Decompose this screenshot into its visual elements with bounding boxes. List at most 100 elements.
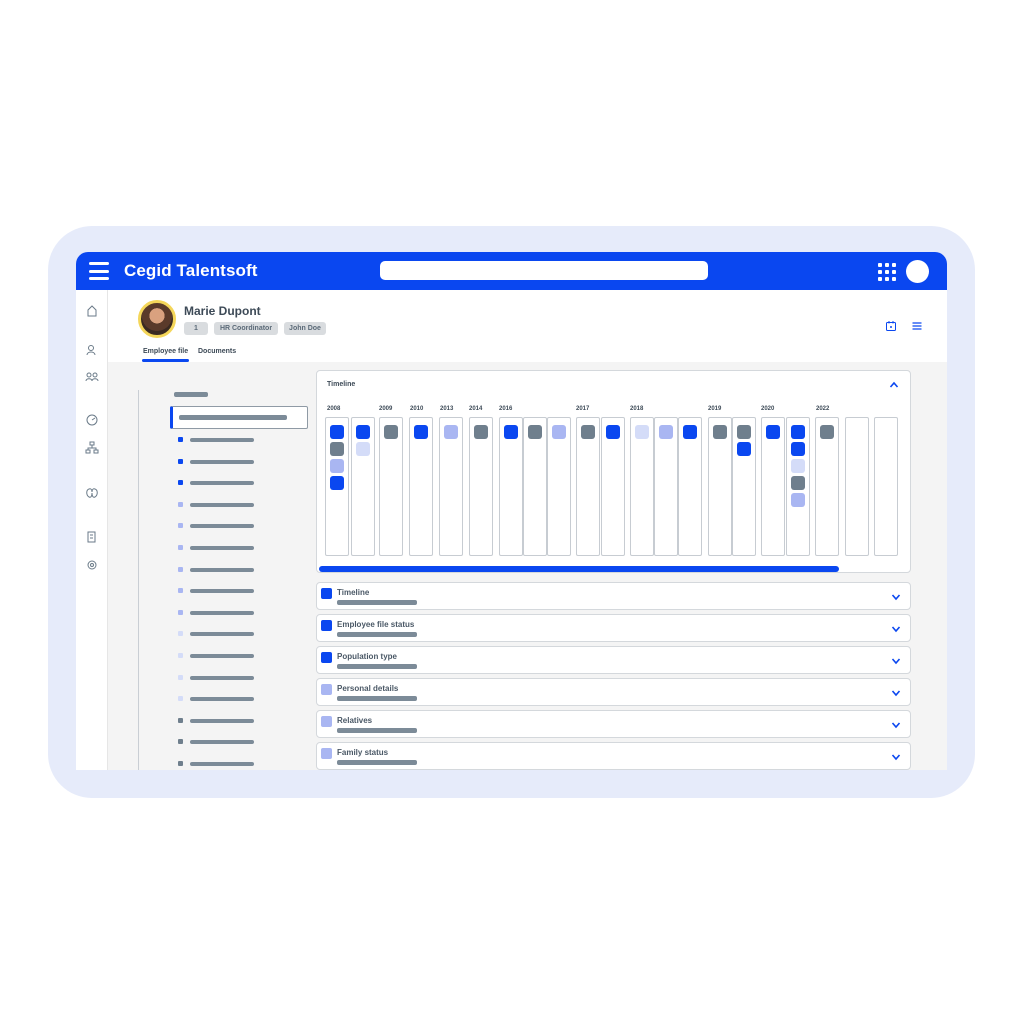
accordion-section[interactable]: Relatives <box>316 710 911 738</box>
timeline-year: 2008 <box>327 406 341 412</box>
sidebar-item-label <box>190 762 254 766</box>
timeline-event[interactable] <box>504 425 518 439</box>
timeline-year: 2016 <box>499 406 513 412</box>
timeline-event[interactable] <box>820 425 834 439</box>
timeline-event[interactable] <box>356 442 370 456</box>
timeline-year: 2020 <box>761 406 775 412</box>
section-subtitle-placeholder <box>337 632 417 637</box>
document-icon[interactable] <box>85 530 99 544</box>
timeline-event[interactable] <box>766 425 780 439</box>
accordion-section[interactable]: Population type <box>316 646 911 674</box>
timeline-event[interactable] <box>791 425 805 439</box>
chevron-down-icon[interactable] <box>890 687 902 699</box>
sidebar-item[interactable] <box>178 501 258 509</box>
timeline-event[interactable] <box>330 459 344 473</box>
sidebar-item[interactable] <box>178 566 258 574</box>
timeline-event[interactable] <box>356 425 370 439</box>
list-icon[interactable] <box>911 320 923 332</box>
apps-grid-icon[interactable] <box>878 263 896 281</box>
timeline-event[interactable] <box>330 442 344 456</box>
timeline-event[interactable] <box>384 425 398 439</box>
timeline-event[interactable] <box>330 425 344 439</box>
sidebar-item-selected[interactable] <box>170 406 308 429</box>
timeline-event[interactable] <box>330 476 344 490</box>
section-title: Population type <box>337 652 397 661</box>
sidebar-item[interactable] <box>178 630 258 638</box>
accordion-section[interactable]: Timeline <box>316 582 911 610</box>
sidebar-item-marker <box>178 545 183 550</box>
timeline-event[interactable] <box>635 425 649 439</box>
timeline-event[interactable] <box>414 425 428 439</box>
timeline-event[interactable] <box>791 442 805 456</box>
sidebar-item[interactable] <box>178 587 258 595</box>
timeline-column <box>351 417 375 556</box>
timeline-event[interactable] <box>791 459 805 473</box>
user-avatar[interactable] <box>906 260 929 283</box>
employee-photo <box>138 300 176 338</box>
sidebar-item[interactable] <box>178 458 258 466</box>
accordion-section[interactable]: Employee file status <box>316 614 911 642</box>
org-chart-icon[interactable] <box>85 441 99 455</box>
timeline-column <box>379 417 403 556</box>
timeline-event[interactable] <box>474 425 488 439</box>
timeline-scrollbar[interactable] <box>319 566 839 572</box>
chevron-down-icon[interactable] <box>890 623 902 635</box>
sidebar-item-label <box>190 438 254 442</box>
chevron-up-icon[interactable] <box>888 379 900 391</box>
timeline-event[interactable] <box>659 425 673 439</box>
chevron-down-icon[interactable] <box>890 591 902 603</box>
brain-icon[interactable] <box>85 486 99 500</box>
sidebar-item[interactable] <box>178 436 258 444</box>
sidebar-item[interactable] <box>178 522 258 530</box>
timeline-event[interactable] <box>683 425 697 439</box>
chevron-down-icon[interactable] <box>890 719 902 731</box>
timeline-event[interactable] <box>528 425 542 439</box>
timeline-event[interactable] <box>737 442 751 456</box>
user-icon[interactable] <box>85 343 99 357</box>
sidebar-item-label <box>190 502 254 507</box>
sidebar-item-label <box>190 740 254 745</box>
sidebar-item-marker <box>178 480 183 486</box>
sidebar-item[interactable] <box>178 479 258 487</box>
sidebar-item[interactable] <box>178 695 258 703</box>
sidebar-item[interactable] <box>178 760 258 768</box>
dashboard-icon[interactable] <box>85 413 99 427</box>
timeline-event[interactable] <box>581 425 595 439</box>
sidebar-item[interactable] <box>178 544 258 552</box>
sidebar-item[interactable] <box>178 674 258 682</box>
timeline-event[interactable] <box>713 425 727 439</box>
sidebar-item[interactable] <box>178 738 258 746</box>
sidebar-item-marker <box>178 458 183 464</box>
employee-tag: John Doe <box>284 322 326 335</box>
timeline-event[interactable] <box>791 493 805 507</box>
tab-documents[interactable]: Documents <box>198 348 236 355</box>
sidebar-item-marker <box>178 739 183 745</box>
timeline-year: 2022 <box>816 406 830 412</box>
tab-employee-file[interactable]: Employee file <box>141 348 190 362</box>
chevron-down-icon[interactable] <box>890 751 902 763</box>
timeline-column <box>708 417 732 556</box>
sidebar-line <box>138 390 139 770</box>
timeline-event[interactable] <box>606 425 620 439</box>
timeline-event[interactable] <box>444 425 458 439</box>
team-icon[interactable] <box>85 370 99 384</box>
sidebar-item[interactable] <box>178 609 258 617</box>
sidebar-item[interactable] <box>178 652 258 660</box>
timeline-event[interactable] <box>552 425 566 439</box>
search-input[interactable] <box>380 261 708 280</box>
timeline-event[interactable] <box>791 476 805 490</box>
timeline-column <box>761 417 785 556</box>
timeline-year: 2009 <box>379 406 393 412</box>
accordion-section[interactable]: Personal details <box>316 678 911 706</box>
home-icon[interactable] <box>85 304 99 318</box>
sidebar-item-label <box>190 459 254 464</box>
sidebar-item[interactable] <box>178 717 258 725</box>
calendar-icon[interactable] <box>885 320 897 332</box>
timeline-event[interactable] <box>737 425 751 439</box>
timeline-title: Timeline <box>327 381 356 388</box>
settings-icon[interactable] <box>85 558 99 572</box>
accordion-section[interactable]: Family status <box>316 742 911 770</box>
chevron-down-icon[interactable] <box>890 655 902 667</box>
sidebar-item-label <box>190 610 254 615</box>
menu-icon[interactable] <box>89 262 109 280</box>
